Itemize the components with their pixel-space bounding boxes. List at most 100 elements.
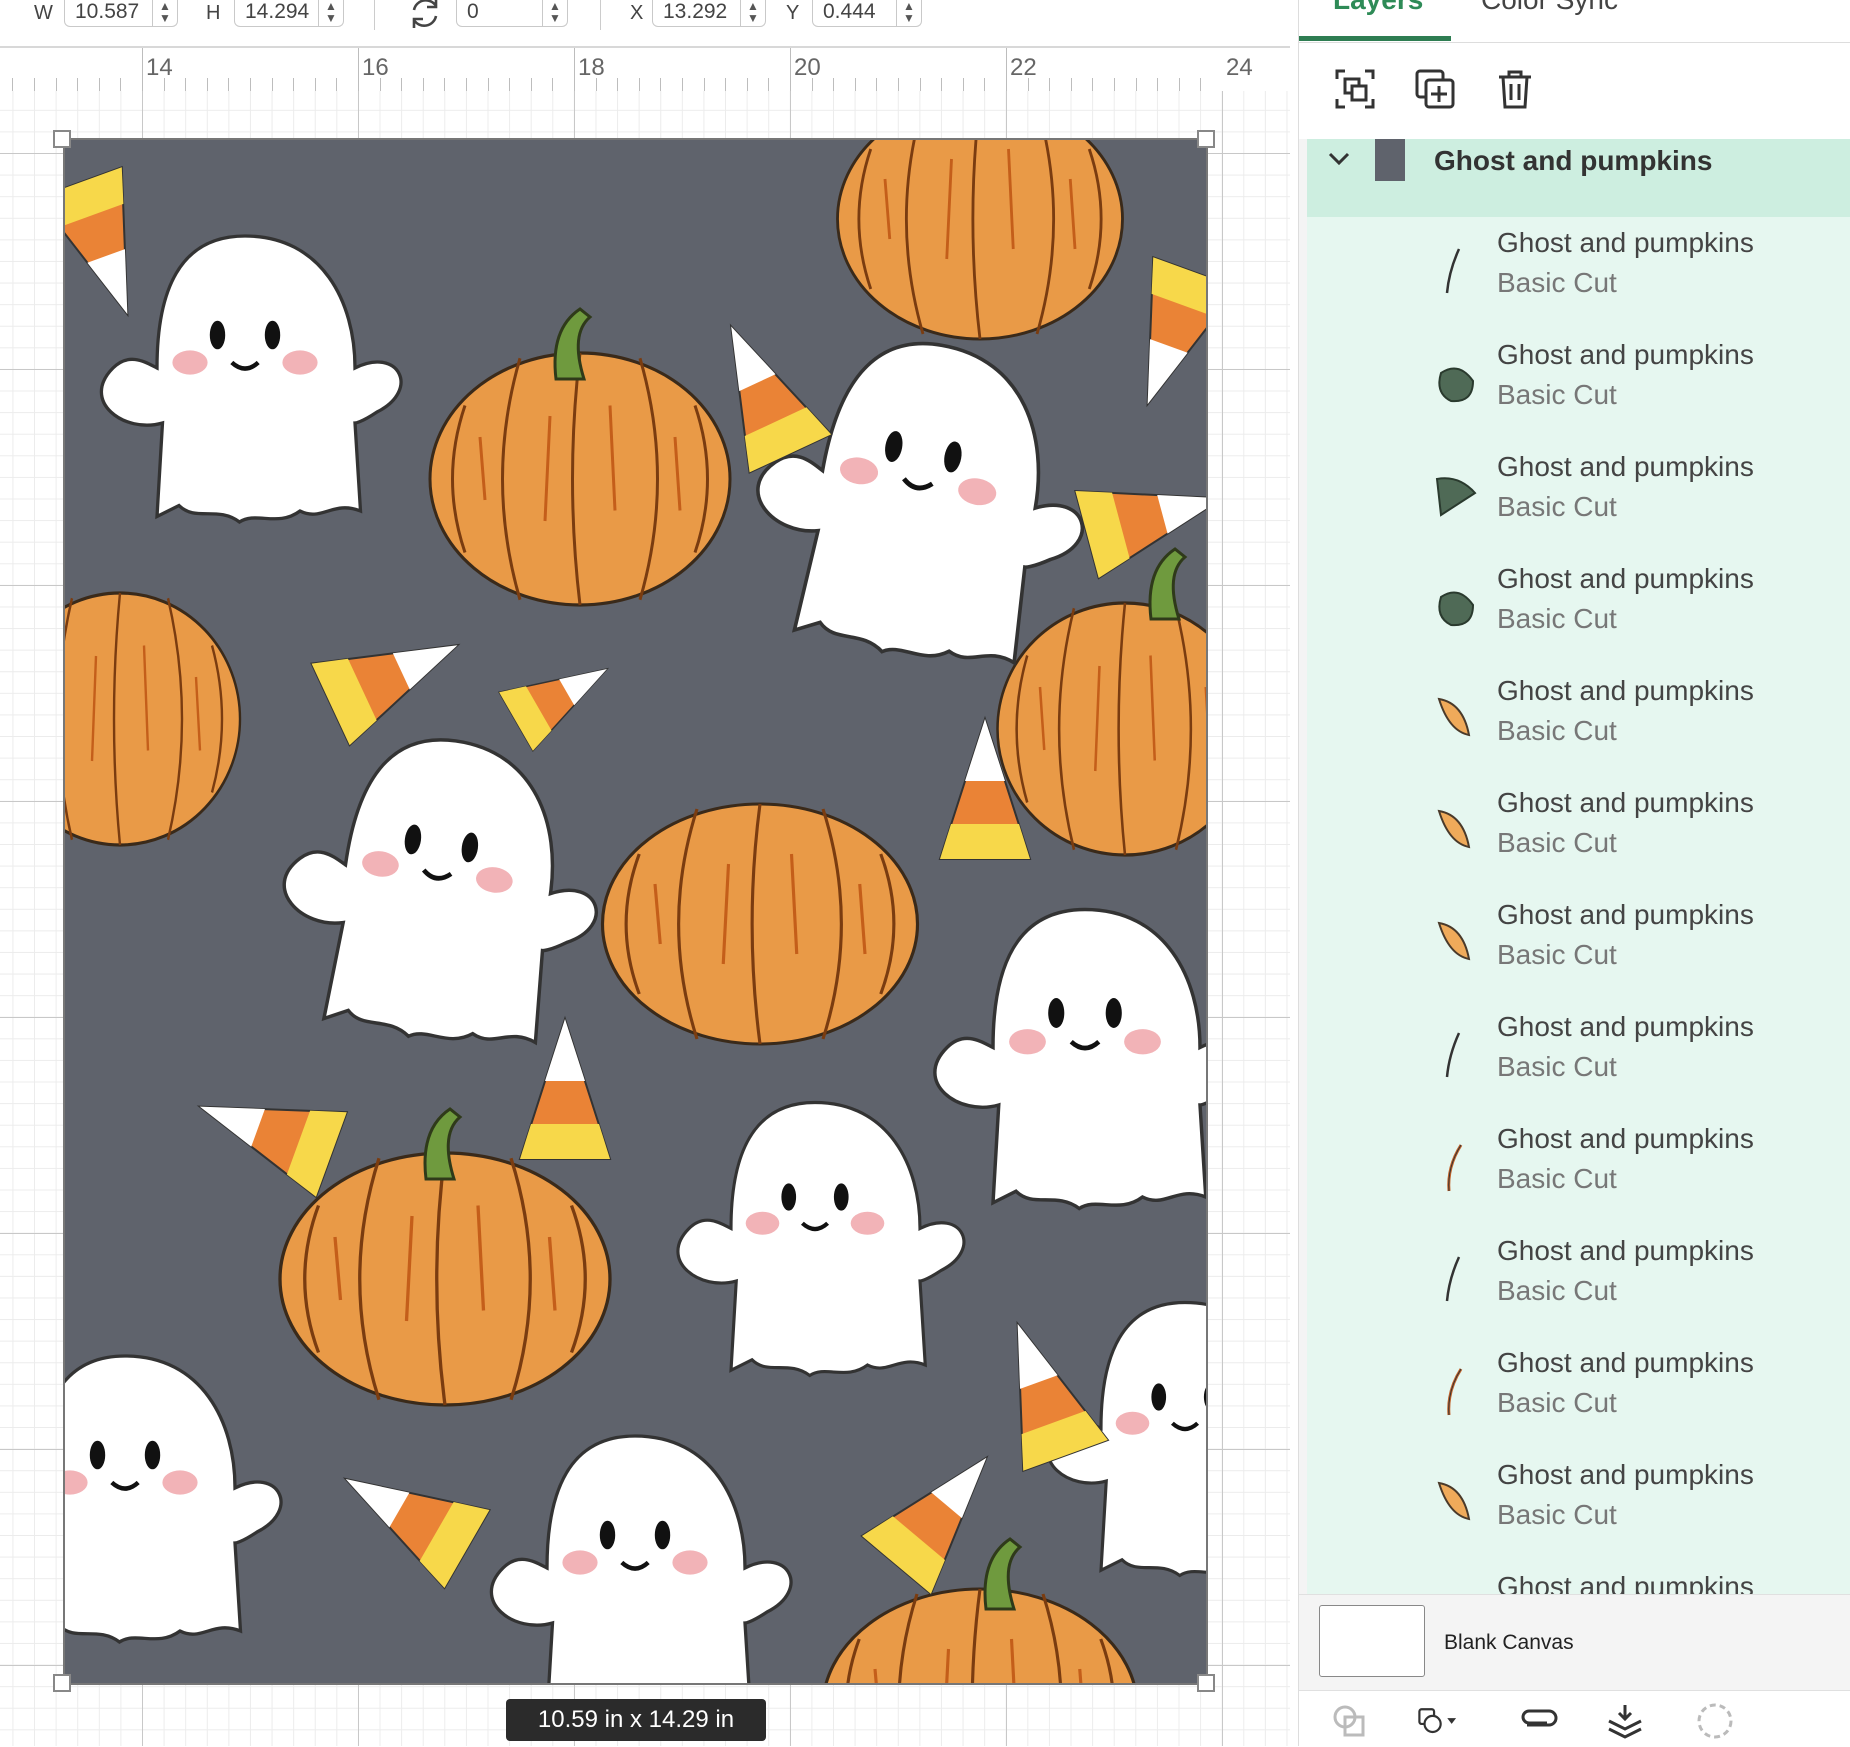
ruler-tick	[1027, 78, 1029, 92]
attach-icon[interactable]	[1517, 1701, 1561, 1741]
layer-group-row[interactable]: Ghost and pumpkins	[1307, 139, 1850, 217]
duplicate-icon[interactable]	[1413, 67, 1457, 111]
ruler-tick	[682, 78, 683, 92]
tab-layers[interactable]: Layers	[1333, 0, 1423, 16]
layer-name: Ghost and pumpkins	[1497, 787, 1754, 818]
resize-handle-bottom-right[interactable]	[1197, 1674, 1215, 1692]
halloween-pattern-image[interactable]	[65, 139, 1207, 1684]
layer-row[interactable]: Ghost and pumpkins Basic Cut	[1307, 1115, 1850, 1227]
layer-operation: Basic Cut	[1497, 1499, 1617, 1530]
combine-icon[interactable]	[1415, 1701, 1459, 1741]
y-value[interactable]: 0.444	[823, 0, 876, 24]
tab-color-sync[interactable]: Color Sync	[1481, 0, 1618, 16]
contour-icon[interactable]	[1693, 1701, 1737, 1741]
flatten-icon[interactable]	[1603, 1701, 1647, 1741]
ruler-tick	[790, 48, 791, 92]
layer-thumbnail-green-leaf-icon	[1438, 591, 1475, 627]
ruler-tick	[77, 78, 79, 92]
ruler-tick	[984, 78, 986, 92]
layer-operation: Basic Cut	[1497, 1163, 1617, 1194]
layer-row[interactable]: Ghost and pumpkins Basic Cut	[1307, 1227, 1850, 1339]
ruler-tick	[1200, 78, 1202, 92]
height-field[interactable]: 14.294 ▲ ▼	[234, 0, 344, 27]
blank-canvas-row[interactable]: Blank Canvas	[1299, 1594, 1850, 1691]
x-stepper[interactable]: ▲ ▼	[740, 0, 765, 26]
layer-row[interactable]: Ghost and pumpkins Basic Cut	[1307, 779, 1850, 891]
ruler-tick	[660, 78, 662, 92]
ruler-tick	[444, 78, 446, 92]
chevron-down-icon[interactable]	[1327, 149, 1351, 169]
ruler-tick	[206, 78, 208, 92]
ruler-tick	[1006, 48, 1007, 92]
layer-row[interactable]: Ghost and pumpkins Basic Cut	[1307, 1339, 1850, 1451]
ruler-tick	[1092, 78, 1094, 92]
rotate-field[interactable]: 0 ▲ ▼	[456, 0, 568, 27]
ruler-tick	[120, 78, 122, 92]
layer-operation: Basic Cut	[1497, 827, 1617, 858]
rotate-icon	[412, 0, 438, 28]
height-stepper[interactable]: ▲ ▼	[318, 0, 343, 26]
ruler-tick	[379, 78, 381, 92]
group-icon[interactable]	[1333, 67, 1377, 111]
ruler-tick	[55, 78, 57, 92]
layer-row[interactable]: Ghost and pumpkins Basic Cut	[1307, 555, 1850, 667]
layer-row[interactable]: Ghost and pumpkins Basic Cut	[1307, 1003, 1850, 1115]
layer-thumbnail-orange-leaf-icon	[1437, 697, 1471, 737]
resize-handle-top-left[interactable]	[53, 130, 71, 148]
ruler-tick	[833, 78, 835, 92]
active-tab-indicator	[1299, 36, 1451, 41]
delete-icon[interactable]	[1493, 67, 1537, 111]
width-stepper[interactable]: ▲ ▼	[152, 0, 177, 26]
ruler-tick	[1178, 78, 1180, 92]
ruler-label: 24	[1226, 54, 1253, 81]
ruler-tick	[638, 78, 640, 92]
width-label: W	[34, 2, 53, 24]
ruler-tick	[163, 78, 165, 92]
y-position-field[interactable]: 0.444 ▲ ▼	[812, 0, 922, 27]
horizontal-ruler: 14 16 18 20 22 24	[0, 46, 1290, 93]
ruler-tick	[854, 78, 856, 92]
layers-list[interactable]: Ghost and pumpkins Ghost and pumpkins Bas…	[1307, 139, 1850, 1594]
layer-row[interactable]: Ghost and pumpkins Basic Cut	[1307, 1451, 1850, 1563]
resize-handle-top-right[interactable]	[1197, 130, 1215, 148]
layer-row[interactable]: Ghost and pumpkins Basic Cut	[1307, 331, 1850, 443]
layer-row[interactable]: Ghost and pumpkins Basic Cut	[1307, 443, 1850, 555]
rotate-stepper[interactable]: ▲ ▼	[542, 0, 567, 26]
layer-actions-bar	[1299, 1690, 1850, 1747]
layer-operation: Basic Cut	[1497, 491, 1617, 522]
layer-row[interactable]: Ghost and pumpkins Basic Cut	[1307, 667, 1850, 779]
ruler-tick	[228, 78, 230, 92]
ruler-tick	[1135, 78, 1137, 92]
layer-thumbnail-dark-stroke-icon	[1445, 248, 1461, 294]
layer-row[interactable]: Ghost and pumpkins	[1307, 1563, 1850, 1594]
layer-thumbnail-orange-leaf-icon	[1437, 809, 1471, 849]
width-value[interactable]: 10.587	[75, 0, 139, 24]
rotate-value[interactable]: 0	[467, 0, 479, 24]
ruler-tick	[1157, 78, 1159, 92]
height-value[interactable]: 14.294	[245, 0, 309, 24]
ruler-tick	[185, 78, 187, 92]
x-position-field[interactable]: 13.292 ▲ ▼	[652, 0, 766, 27]
ruler-tick	[898, 78, 899, 92]
ruler-tick	[98, 78, 100, 92]
blank-canvas-thumbnail[interactable]	[1319, 1605, 1425, 1677]
y-stepper[interactable]: ▲ ▼	[896, 0, 921, 26]
ruler-label: 20	[794, 54, 821, 81]
layer-name: Ghost and pumpkins	[1497, 1347, 1754, 1378]
ruler-tick	[919, 78, 921, 92]
slice-icon[interactable]	[1329, 1701, 1373, 1741]
x-label: X	[630, 2, 644, 24]
layer-row[interactable]: Ghost and pumpkins Basic Cut	[1307, 219, 1850, 331]
layer-row[interactable]: Ghost and pumpkins Basic Cut	[1307, 891, 1850, 1003]
x-value[interactable]: 13.292	[663, 0, 727, 24]
width-field[interactable]: 10.587 ▲ ▼	[64, 0, 178, 27]
layer-tools	[1299, 43, 1850, 139]
resize-handle-bottom-left[interactable]	[53, 1674, 71, 1692]
layer-name: Ghost and pumpkins	[1497, 1011, 1754, 1042]
panel-tabs: Layers Color Sync	[1299, 0, 1850, 43]
layer-name: Ghost and pumpkins	[1497, 451, 1754, 482]
layer-name: Ghost and pumpkins	[1497, 563, 1754, 594]
layer-name: Ghost and pumpkins	[1497, 339, 1754, 370]
layer-thumbnail-green-leaf-icon	[1438, 367, 1475, 403]
y-label: Y	[786, 2, 800, 24]
